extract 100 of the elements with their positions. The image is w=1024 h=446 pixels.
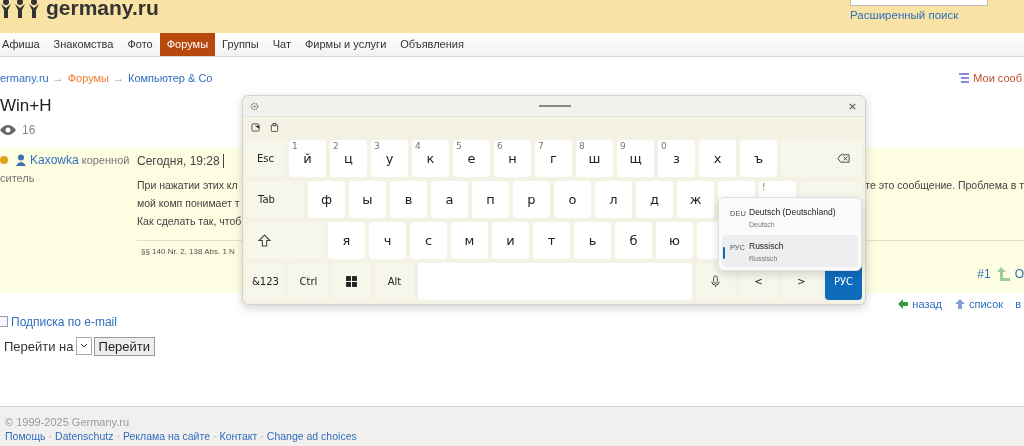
forum-select[interactable] <box>75 337 92 355</box>
nav-tab[interactable]: Группы <box>215 33 266 56</box>
letter-key[interactable]: в <box>390 181 427 218</box>
author-rank: коренной <box>81 154 130 166</box>
letter-key[interactable]: 3 у <box>371 140 408 177</box>
navigation-link[interactable]: назад <box>912 298 942 310</box>
letter-key[interactable]: р <box>513 181 550 218</box>
letter-key[interactable]: с <box>410 222 447 259</box>
people-logo-icon <box>0 0 40 18</box>
copyright-text: © 1999-2025 Germany.ru <box>5 416 131 428</box>
search-field[interactable] <box>850 0 988 6</box>
letter-key[interactable]: б <box>615 222 652 259</box>
arrow-left-icon <box>897 298 910 310</box>
drag-handle[interactable] <box>539 105 571 107</box>
breadcrumb-separator: → <box>113 72 125 84</box>
shift-key[interactable] <box>246 222 324 259</box>
nav-tab[interactable]: Фото <box>120 33 160 56</box>
author-link[interactable]: Kaxowka <box>30 153 79 167</box>
letter-key[interactable]: 6 н <box>494 140 531 177</box>
post-date: Сегодня, 19:28 <box>137 154 220 168</box>
windows-icon <box>345 275 358 288</box>
letter-key[interactable]: д <box>636 181 673 218</box>
goto-button[interactable]: Перейти <box>93 336 156 356</box>
letter-key[interactable]: х <box>699 140 736 177</box>
function-key[interactable]: Esc <box>246 140 285 177</box>
my-messages-link[interactable]: Мои сооб <box>973 72 1022 84</box>
letter-key[interactable]: 8 ш <box>576 140 613 177</box>
letter-key[interactable]: я <box>328 222 365 259</box>
letter-key[interactable]: о <box>554 181 591 218</box>
letter-key[interactable]: 9 щ <box>617 140 654 177</box>
function-key[interactable]: Ctrl <box>289 263 328 300</box>
letter-key[interactable]: л <box>595 181 632 218</box>
reply-link[interactable]: О <box>1014 267 1024 281</box>
breadcrumb-link[interactable]: Компьютер & Co <box>128 72 213 84</box>
navigation-link[interactable]: список <box>969 298 1004 310</box>
arrow-up-icon <box>996 266 1011 282</box>
nav-tab[interactable]: Знакомства <box>46 33 121 56</box>
windows-key[interactable] <box>332 263 371 300</box>
list-icon <box>958 72 971 84</box>
user-icon <box>15 154 27 166</box>
letter-key[interactable]: и <box>492 222 529 259</box>
settings-icon[interactable] <box>250 101 259 111</box>
tab-key[interactable]: Tab <box>246 181 304 218</box>
advanced-search-link[interactable]: Расширенный поиск <box>850 9 1012 21</box>
arrow-up-icon <box>954 298 966 310</box>
navigation-link[interactable]: в <box>1015 298 1021 310</box>
footer-link[interactable]: Реклама на сайте <box>122 430 210 442</box>
checkbox[interactable] <box>0 316 8 327</box>
author-rank: ситель <box>0 172 36 184</box>
view-count: 16 <box>22 123 36 137</box>
nav-tab[interactable]: Чат <box>265 33 298 56</box>
text-cursor <box>222 154 224 168</box>
backspace-key[interactable] <box>781 140 862 177</box>
letter-key[interactable]: м <box>451 222 488 259</box>
nav-tab[interactable]: Форумы <box>159 33 216 56</box>
letter-key[interactable]: ч <box>369 222 406 259</box>
letter-key[interactable]: т <box>533 222 570 259</box>
post-number[interactable]: #1 <box>977 267 991 281</box>
separator-dot: · <box>48 430 53 442</box>
function-key[interactable]: &123 <box>246 263 285 300</box>
letter-key[interactable]: 1 й <box>289 140 326 177</box>
microphone-icon <box>709 275 722 288</box>
letter-key[interactable]: ж <box>677 181 714 218</box>
post-text: При нажатии этих кл <box>137 178 238 193</box>
footer-link[interactable]: Datenschutz <box>55 430 114 442</box>
site-logo[interactable]: germany.ru <box>46 0 159 18</box>
letter-key[interactable]: ъ <box>740 140 777 177</box>
breadcrumb-separator: → <box>52 72 64 84</box>
function-key[interactable]: Alt <box>375 263 414 300</box>
footer-link[interactable]: Помощь <box>5 430 46 442</box>
post-text: Как сделать так, чтоб <box>137 214 242 229</box>
letter-key[interactable]: 5 е <box>453 140 490 177</box>
letter-key[interactable]: ф <box>308 181 345 218</box>
nav-tab[interactable]: Афиша <box>0 33 47 56</box>
footer-link[interactable]: Контакт <box>219 430 258 442</box>
topic-title: Win+H <box>0 95 52 117</box>
letter-key[interactable]: ы <box>349 181 386 218</box>
separator-dot: · <box>213 430 217 442</box>
letter-key[interactable]: ю <box>656 222 693 259</box>
letter-key[interactable]: 2 ц <box>330 140 367 177</box>
close-icon[interactable] <box>848 101 857 111</box>
letter-key[interactable]: п <box>472 181 509 218</box>
microphone-key[interactable] <box>696 263 735 300</box>
nav-tab[interactable]: Объявления <box>393 33 471 56</box>
shift-icon <box>258 234 271 247</box>
letter-key[interactable]: 7 г <box>535 140 572 177</box>
breadcrumb-link[interactable]: ermany.ru <box>0 72 49 84</box>
subscribe-link[interactable]: Подписка по e-mail <box>11 314 117 329</box>
signature-text: §§ 140 Nr. 2, 138 Abs. 1 N <box>140 247 235 256</box>
nav-tab[interactable]: Фирмы и услуги <box>297 33 394 56</box>
clipboard-icon[interactable] <box>270 123 279 132</box>
letter-key[interactable]: 4 к <box>412 140 449 177</box>
letter-key[interactable]: ь <box>574 222 611 259</box>
separator-dot: · <box>116 430 120 442</box>
post-text: мой комп понимает т <box>137 196 240 211</box>
separator-dot: · <box>260 430 264 442</box>
letter-key[interactable]: а <box>431 181 468 218</box>
letter-key[interactable]: 0 з <box>658 140 695 177</box>
footer-link[interactable]: Change ad choices <box>266 430 357 442</box>
goto-label: Перейти на <box>4 338 74 354</box>
